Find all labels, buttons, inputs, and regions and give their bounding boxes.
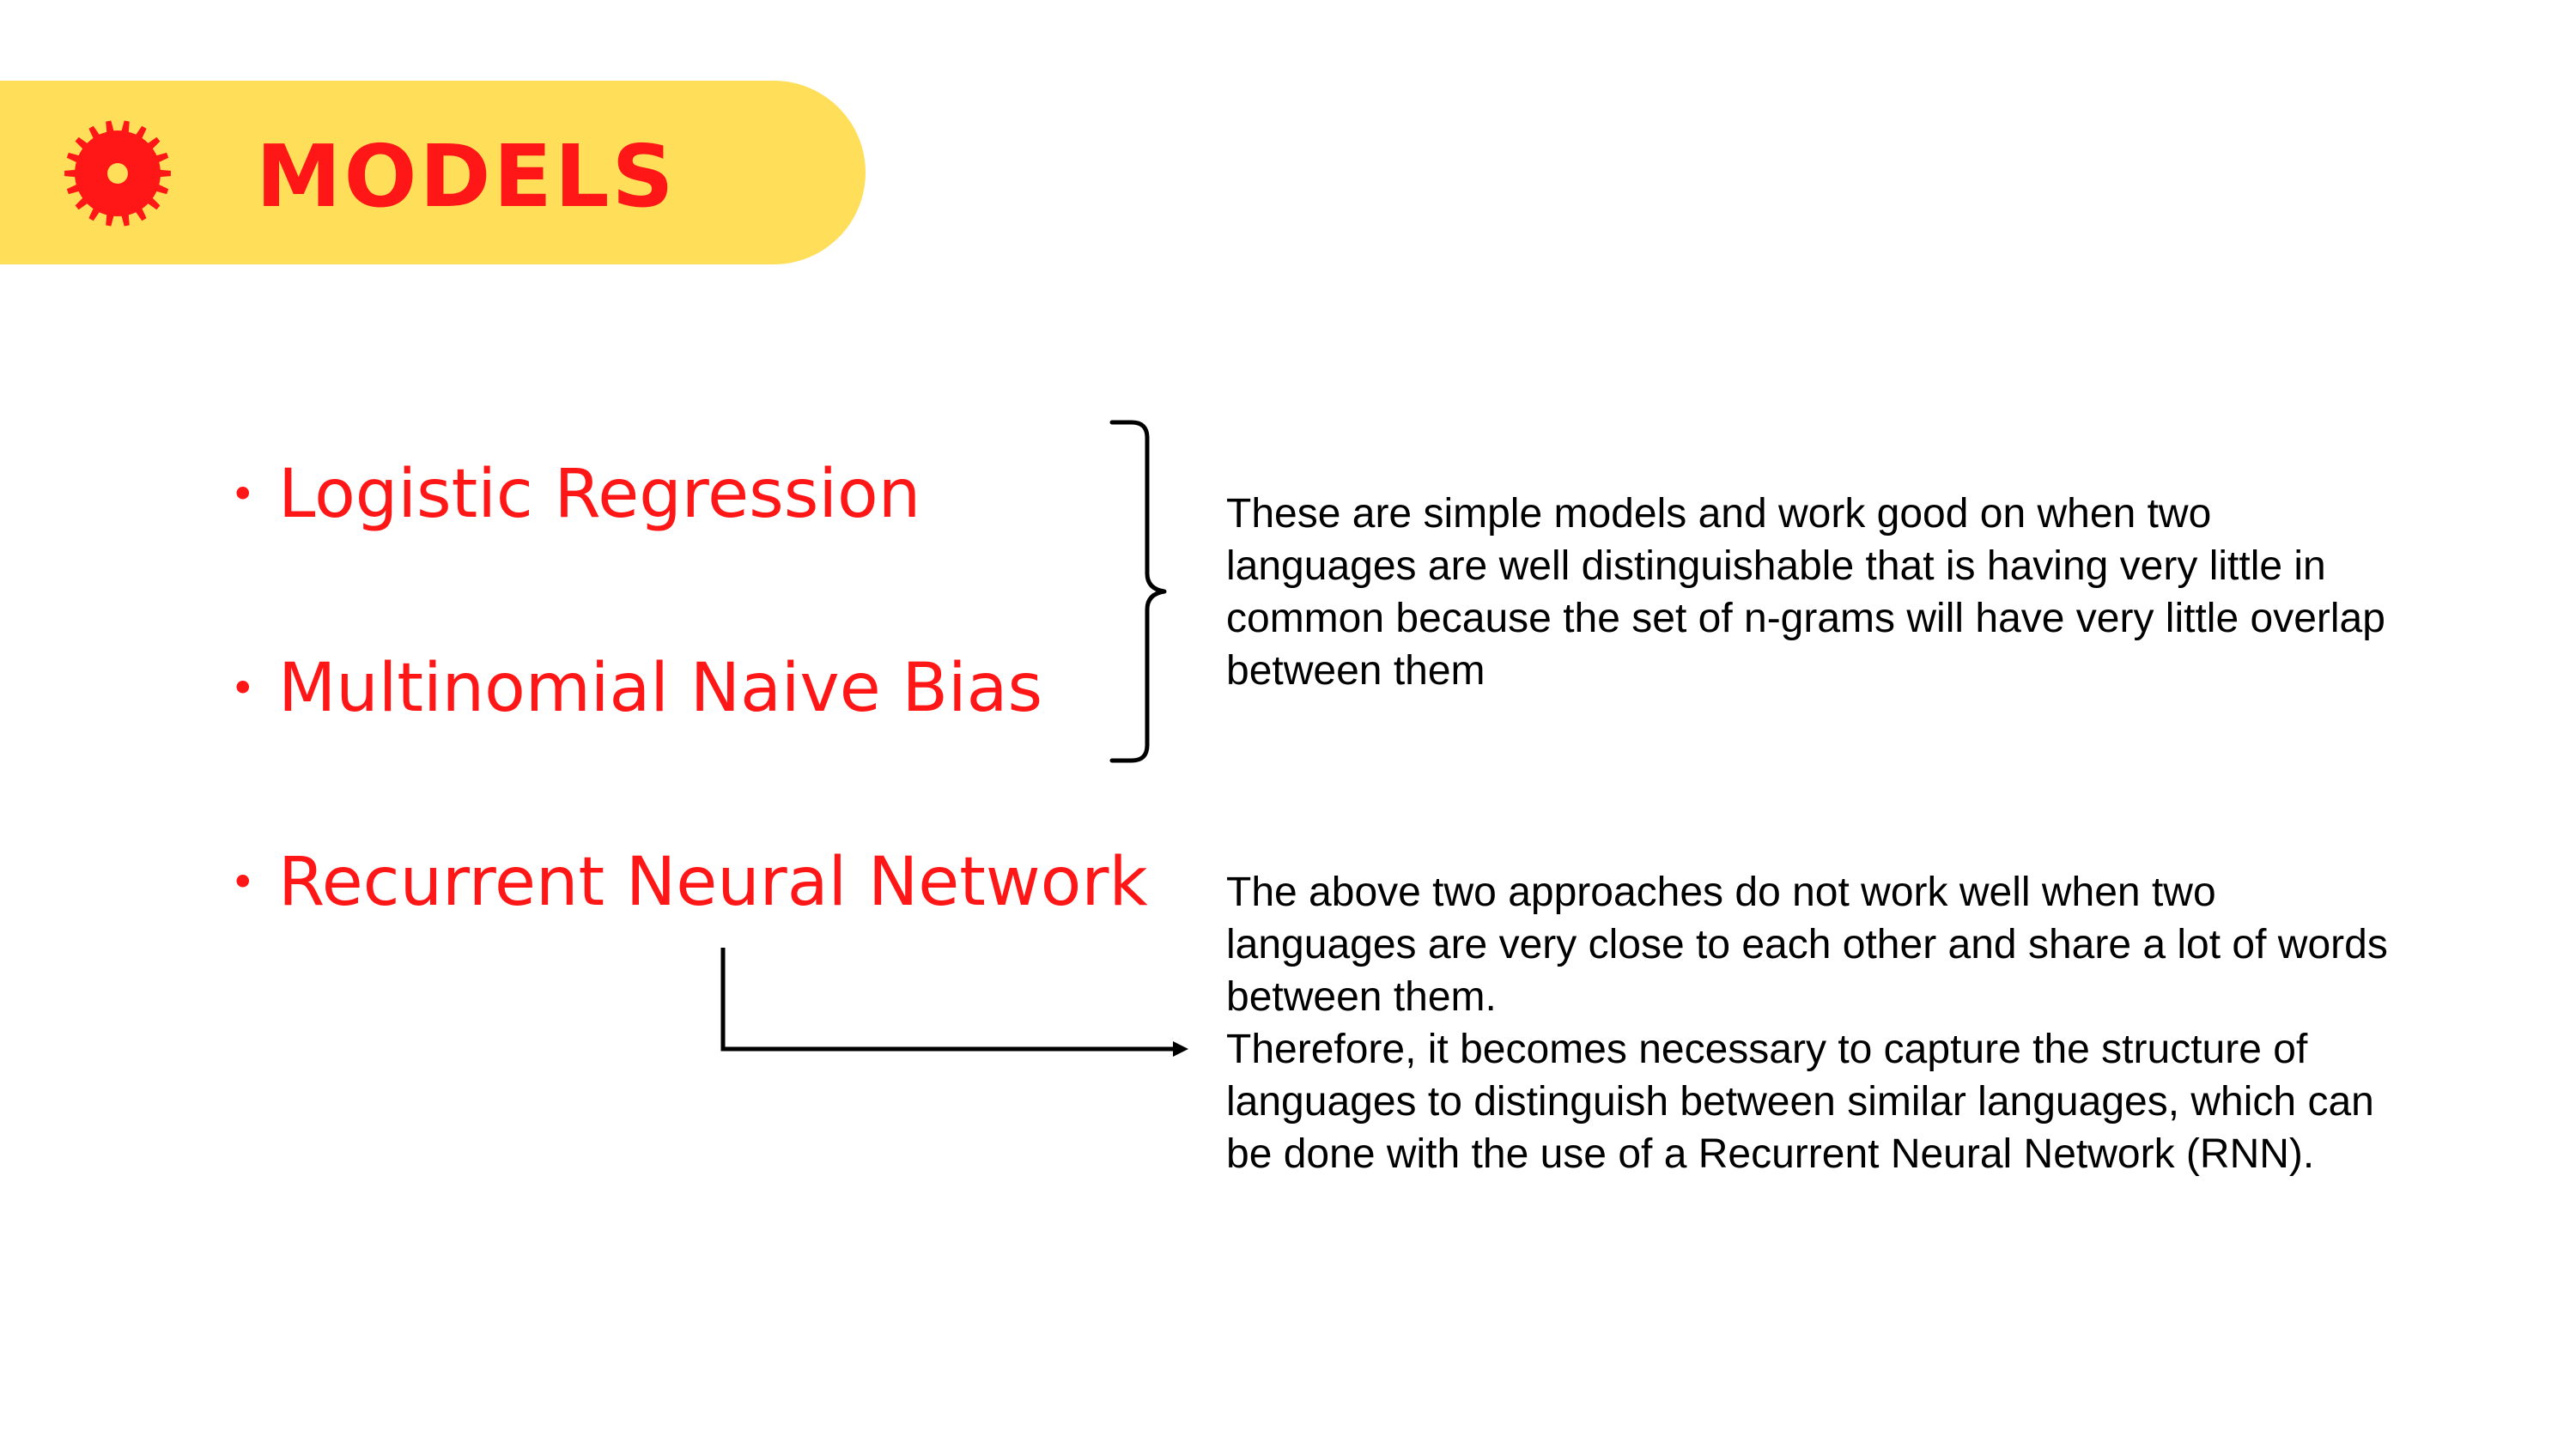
simple-models-description: These are simple models and work good on… xyxy=(1226,488,2394,697)
connector-layer xyxy=(720,420,1188,1057)
description-text: These are simple models and work good on… xyxy=(1226,491,2385,694)
right-curly-brace-icon xyxy=(1109,420,1167,763)
description-text-part1: The above two approaches do not work wel… xyxy=(1226,870,2388,1020)
description-text-part2: Therefore, it becomes necessary to captu… xyxy=(1226,1027,2374,1177)
elbow-arrow-line xyxy=(720,948,1175,1052)
rnn-description: The above two approaches do not work wel… xyxy=(1226,866,2394,1180)
arrow-head-icon xyxy=(1173,1041,1188,1057)
